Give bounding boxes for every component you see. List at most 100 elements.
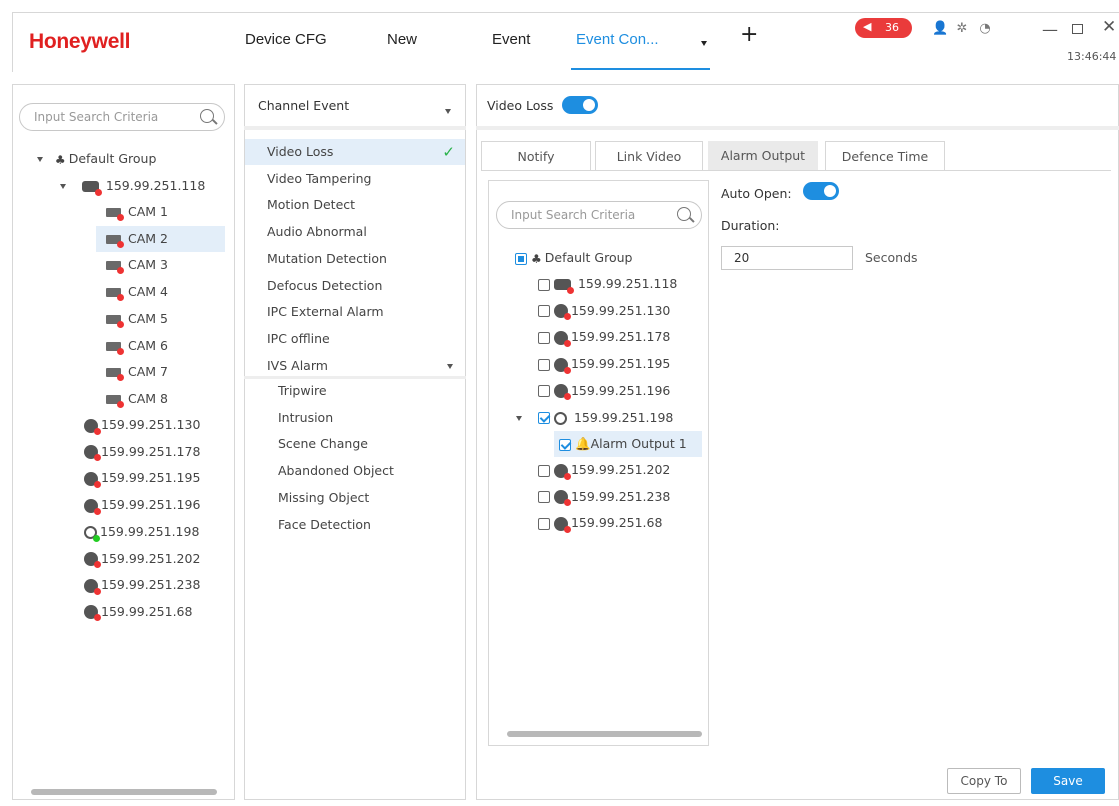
output-device[interactable]: 159.99.251.68	[538, 510, 662, 536]
logo: Honeywell	[29, 30, 131, 53]
chevron-down-icon[interactable]	[447, 353, 453, 379]
ivs-item[interactable]: Missing Object	[278, 485, 369, 511]
performance-icon[interactable]: ◔	[978, 22, 992, 36]
output-device[interactable]: 159.99.251.196	[538, 378, 670, 404]
add-tab-icon[interactable]: +	[740, 24, 758, 46]
device-search-input[interactable]: Input Search Criteria	[19, 103, 225, 131]
checkbox[interactable]	[538, 331, 550, 344]
checkbox[interactable]	[515, 252, 527, 265]
output-default-group[interactable]: ♣ Default Group	[515, 245, 632, 271]
tree-cam[interactable]: CAM 6	[96, 333, 225, 359]
device-offline-icon	[553, 516, 571, 533]
video-loss-toggle[interactable]	[562, 96, 598, 114]
event-type-dropdown[interactable]: Channel Event	[258, 98, 349, 113]
tree-nvr[interactable]: 159.99.251.118	[60, 173, 205, 199]
device-offline-icon	[84, 578, 101, 595]
ivs-item[interactable]: Scene Change	[278, 431, 368, 457]
expand-icon[interactable]	[37, 157, 43, 162]
ivs-item[interactable]: Abandoned Object	[278, 458, 394, 484]
tab-defence-time[interactable]: Defence Time	[825, 141, 945, 171]
event-item[interactable]: IPC External Alarm	[245, 299, 465, 325]
checkbox[interactable]	[538, 358, 550, 371]
tree-device[interactable]: 159.99.251.178	[84, 439, 200, 465]
checkbox[interactable]	[559, 438, 571, 451]
checkbox[interactable]	[538, 385, 550, 398]
output-search-input[interactable]: Input Search Criteria	[496, 201, 702, 229]
checkbox[interactable]	[538, 278, 550, 291]
camera-icon	[106, 288, 124, 302]
output-device[interactable]: 159.99.251.238	[538, 484, 670, 510]
device-label: 159.99.251.195	[101, 470, 201, 486]
auto-open-label: Auto Open:	[721, 186, 792, 201]
event-item[interactable]: Motion Detect	[245, 192, 465, 218]
auto-open-toggle[interactable]	[803, 182, 839, 200]
ivs-item[interactable]: Intrusion	[278, 405, 333, 431]
maximize-icon[interactable]	[1072, 24, 1083, 34]
event-label: Video Loss	[267, 144, 334, 159]
output-device[interactable]: 159.99.251.178	[538, 324, 670, 350]
alarm-badge[interactable]: ◀ 36	[855, 18, 912, 38]
tree-cam[interactable]: CAM 2	[96, 225, 225, 252]
tree-cam[interactable]: CAM 4	[96, 279, 225, 305]
device-offline-icon	[553, 384, 571, 401]
duration-input[interactable]: 20	[721, 246, 853, 270]
checkbox[interactable]	[538, 305, 550, 318]
user-icon[interactable]: 👤	[932, 22, 948, 36]
event-item[interactable]: Defocus Detection	[245, 273, 465, 299]
tab-link-video[interactable]: Link Video	[595, 141, 703, 171]
tab-alarm-output[interactable]: Alarm Output	[708, 141, 818, 171]
tab-device-cfg[interactable]: Device CFG	[245, 31, 327, 48]
event-item[interactable]: Mutation Detection	[245, 246, 465, 272]
event-item[interactable]: Audio Abnormal	[245, 219, 465, 245]
tree-device[interactable]: 159.99.251.202	[84, 546, 200, 572]
event-item[interactable]: Video Loss ✓	[245, 139, 465, 165]
tab-dropdown-icon[interactable]	[701, 36, 707, 50]
expand-icon[interactable]	[516, 415, 522, 421]
device-offline-icon	[553, 490, 571, 507]
tree-cam[interactable]: CAM 7	[96, 359, 225, 385]
device-label: 159.99.251.202	[101, 550, 201, 566]
chevron-down-icon[interactable]	[445, 104, 451, 118]
save-button[interactable]: Save	[1031, 768, 1105, 794]
tree-device[interactable]: 159.99.251.238	[84, 572, 200, 598]
output-device[interactable]: 159.99.251.130	[538, 298, 670, 324]
checkbox[interactable]	[538, 491, 550, 504]
tab-event[interactable]: Event	[492, 31, 530, 48]
checkbox[interactable]	[538, 412, 550, 424]
close-icon[interactable]: ✕	[1102, 17, 1116, 37]
checkbox[interactable]	[538, 464, 550, 477]
output-device[interactable]: 159.99.251.195	[538, 351, 670, 377]
ivs-item[interactable]: Face Detection	[278, 512, 371, 538]
tree-device[interactable]: 159.99.251.130	[84, 412, 200, 438]
tree-cam[interactable]: CAM 8	[96, 386, 225, 412]
gear-icon[interactable]: ✲	[955, 22, 969, 36]
tree-device[interactable]: 159.99.251.68	[84, 599, 192, 625]
tree-cam[interactable]: CAM 5	[96, 306, 225, 332]
output-scrollbar[interactable]	[507, 731, 702, 737]
tree-cam[interactable]: CAM 1	[96, 199, 225, 225]
alarm-output-item[interactable]: 🔔Alarm Output 1	[554, 431, 702, 457]
output-device[interactable]: 159.99.251.118	[538, 271, 677, 297]
event-label: Defocus Detection	[267, 277, 383, 293]
expand-icon[interactable]	[60, 184, 66, 189]
minimize-icon[interactable]: —	[1042, 20, 1058, 39]
event-item[interactable]: IVS Alarm	[245, 353, 465, 379]
device-offline-icon	[553, 357, 571, 374]
tab-notify[interactable]: Notify	[481, 141, 591, 171]
active-tab-indicator	[571, 68, 710, 70]
tree-device[interactable]: 159.99.251.198	[84, 519, 199, 545]
ivs-item[interactable]: Tripwire	[278, 378, 327, 404]
copy-to-button[interactable]: Copy To	[947, 768, 1021, 794]
event-item[interactable]: Video Tampering	[245, 166, 465, 192]
checkbox[interactable]	[538, 517, 550, 530]
output-device[interactable]: 159.99.251.198	[516, 405, 673, 431]
tab-event-config[interactable]: Event Con...	[576, 31, 659, 48]
output-device[interactable]: 159.99.251.202	[538, 457, 670, 483]
tree-device[interactable]: 159.99.251.196	[84, 492, 200, 518]
tree-cam[interactable]: CAM 3	[96, 252, 225, 278]
left-scrollbar[interactable]	[31, 789, 217, 795]
tab-new[interactable]: New	[387, 31, 417, 48]
tree-device[interactable]: 159.99.251.195	[84, 465, 200, 491]
tree-default-group[interactable]: ♣ Default Group	[37, 146, 156, 172]
event-item[interactable]: IPC offline	[245, 326, 465, 352]
